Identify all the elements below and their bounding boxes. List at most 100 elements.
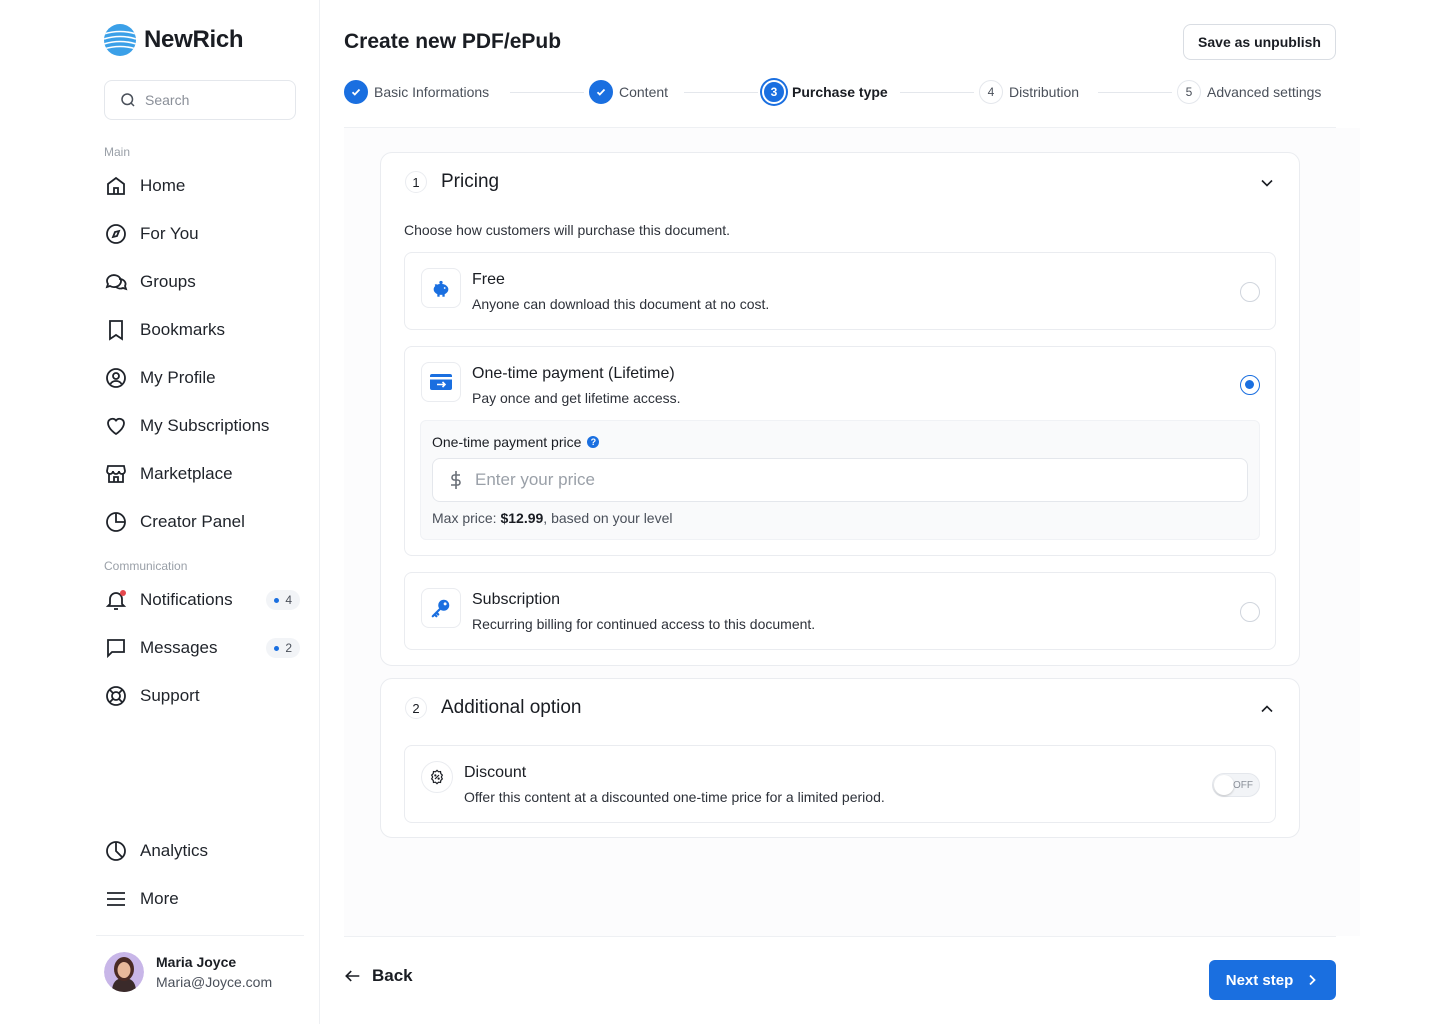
- option-title: Subscription: [472, 591, 561, 608]
- radio-subscription[interactable]: [1240, 602, 1260, 622]
- search-input[interactable]: Search: [145, 92, 189, 108]
- option-title: One-time payment (Lifetime): [472, 365, 675, 382]
- pie-icon: [104, 510, 128, 534]
- step-label: Advanced settings: [1207, 84, 1322, 100]
- step-purchase-type[interactable]: 3 Purchase type: [762, 78, 888, 106]
- option-free[interactable]: Free Anyone can download this document a…: [404, 252, 1276, 330]
- user-email: Maria@Joyce.com: [156, 974, 273, 990]
- sidebar-item-notifications[interactable]: Notifications 4: [104, 584, 300, 616]
- brand[interactable]: NewRich: [104, 24, 244, 56]
- chevron-up-icon[interactable]: [1257, 699, 1277, 719]
- stepper: Basic Informations Content 3 Purchase ty…: [344, 78, 1336, 106]
- pricing-header[interactable]: 1 Pricing: [405, 171, 499, 193]
- step-content[interactable]: Content: [589, 78, 668, 106]
- next-step-button[interactable]: Next step: [1209, 960, 1336, 1000]
- home-icon: [104, 174, 128, 198]
- sidebar-item-messages[interactable]: Messages 2: [104, 632, 300, 664]
- lifebuoy-icon: [104, 684, 128, 708]
- menu-icon: [104, 887, 128, 911]
- toggle-label: OFF: [1233, 780, 1253, 791]
- check-icon: [589, 80, 613, 104]
- sidebar-item-home[interactable]: Home: [104, 170, 300, 202]
- sidebar-item-label: Messages: [140, 638, 218, 657]
- step-label: Basic Informations: [374, 84, 490, 100]
- sidebar-item-label: My Subscriptions: [140, 416, 270, 435]
- sidebar-item-groups[interactable]: Groups: [104, 266, 300, 298]
- step-connector: [684, 92, 758, 93]
- sidebar-item-marketplace[interactable]: Marketplace: [104, 458, 300, 490]
- step-number: 3: [762, 80, 786, 104]
- sidebar-item-bookmarks[interactable]: Bookmarks: [104, 314, 300, 346]
- toggle-knob: [1214, 775, 1234, 795]
- sidebar-item-more[interactable]: More: [104, 883, 300, 915]
- section-label-main: Main: [104, 145, 131, 159]
- additional-option-card: 2 Additional option Discount Offer this …: [380, 678, 1300, 838]
- step-distribution[interactable]: 4 Distribution: [979, 78, 1079, 106]
- sidebar-item-label: Marketplace: [140, 464, 233, 483]
- sidebar-item-support[interactable]: Support: [104, 680, 300, 712]
- avatar: [104, 952, 144, 992]
- step-advanced-settings[interactable]: 5 Advanced settings: [1177, 78, 1321, 106]
- sidebar-item-label: Analytics: [140, 841, 209, 860]
- option-subtitle: Pay once and get lifetime access.: [472, 390, 681, 406]
- check-icon: [344, 80, 368, 104]
- option-subtitle: Anyone can download this document at no …: [472, 296, 770, 312]
- price-input[interactable]: [475, 470, 1175, 490]
- sidebar-item-analytics[interactable]: Analytics: [104, 835, 300, 867]
- step-basic-informations[interactable]: Basic Informations: [344, 78, 489, 106]
- card-transfer-icon: [421, 362, 461, 402]
- pricing-description: Choose how customers will purchase this …: [404, 222, 731, 238]
- discount-badge-icon: [421, 761, 453, 793]
- sidebar-item-label: My Profile: [140, 368, 216, 387]
- notification-dot: [120, 590, 126, 596]
- user-name: Maria Joyce: [156, 954, 237, 970]
- sidebar-item-my-profile[interactable]: My Profile: [104, 362, 300, 394]
- page-title: Create new PDF/ePub: [344, 30, 562, 53]
- back-button[interactable]: Back: [344, 966, 413, 986]
- sidebar-item-label: For You: [140, 224, 199, 243]
- option-title: Free: [472, 271, 505, 288]
- max-price-value: $12.99: [500, 510, 544, 526]
- additional-header[interactable]: 2 Additional option: [405, 697, 582, 719]
- discount-toggle[interactable]: OFF: [1212, 773, 1260, 797]
- sidebar-item-label: More: [140, 889, 179, 908]
- message-icon: [104, 636, 128, 660]
- sidebar-item-creator-panel[interactable]: Creator Panel: [104, 506, 300, 538]
- price-panel: One-time payment price ? Max price: $12.…: [420, 420, 1260, 540]
- additional-title: Additional option: [441, 697, 582, 718]
- sidebar-item-label: Creator Panel: [140, 512, 245, 531]
- section-number: 2: [405, 697, 427, 719]
- save-as-unpublish-button[interactable]: Save as unpublish: [1183, 24, 1336, 60]
- step-label: Content: [619, 84, 669, 100]
- option-subscription[interactable]: Subscription Recurring billing for conti…: [404, 572, 1276, 650]
- chevron-down-icon[interactable]: [1257, 173, 1277, 193]
- arrow-left-icon: [345, 970, 360, 982]
- sidebar-item-label: Groups: [140, 272, 196, 291]
- question-icon[interactable]: ?: [587, 436, 600, 448]
- step-connector: [510, 92, 584, 93]
- price-field[interactable]: [432, 458, 1248, 502]
- sidebar-item-label: Support: [140, 686, 200, 705]
- sidebar-item-my-subscriptions[interactable]: My Subscriptions: [104, 410, 300, 442]
- sidebar: NewRich Search Main Home For You Groups …: [0, 0, 320, 1024]
- user-profile[interactable]: Maria Joyce Maria@Joyce.com: [104, 952, 272, 992]
- search-box[interactable]: Search: [104, 80, 296, 120]
- radio-free[interactable]: [1240, 282, 1260, 302]
- pricing-title: Pricing: [441, 171, 500, 192]
- bookmark-icon: [104, 318, 128, 342]
- sidebar-item-for-you[interactable]: For You: [104, 218, 300, 250]
- piggy-bank-icon: [421, 268, 461, 308]
- chat-bubbles-icon: [104, 270, 128, 294]
- sidebar-item-label: Notifications: [140, 590, 233, 609]
- dollar-icon: [451, 471, 461, 489]
- search-icon: [121, 93, 135, 107]
- brand-logo-icon: [104, 24, 136, 56]
- step-label: Distribution: [1009, 84, 1080, 100]
- step-number: 4: [979, 80, 1003, 104]
- key-icon: [421, 588, 461, 628]
- user-divider: [96, 935, 304, 936]
- radio-one-time-payment[interactable]: [1240, 375, 1260, 395]
- price-label: One-time payment price ?: [432, 434, 600, 450]
- section-number: 1: [405, 171, 427, 193]
- option-one-time-payment[interactable]: One-time payment (Lifetime) Pay once and…: [404, 346, 1276, 556]
